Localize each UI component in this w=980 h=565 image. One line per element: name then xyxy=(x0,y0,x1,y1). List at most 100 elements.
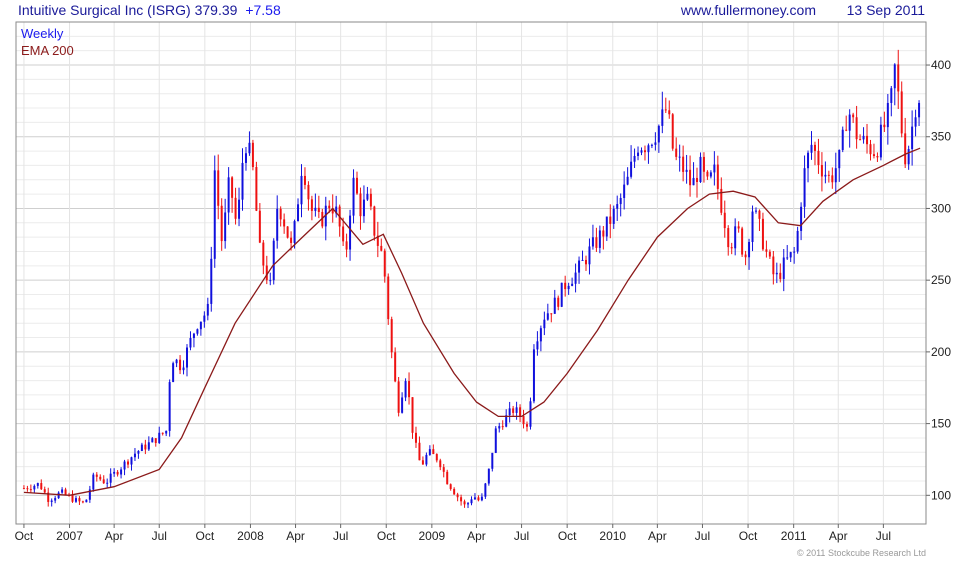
candle-body xyxy=(99,476,102,480)
candle-body xyxy=(675,148,678,157)
candle-body xyxy=(640,150,643,153)
candle-body xyxy=(820,165,823,177)
candle-body xyxy=(852,114,855,118)
candle-body xyxy=(824,174,827,177)
y-tick-label: 400 xyxy=(931,58,951,72)
x-tick-label: Oct xyxy=(377,529,396,543)
candle-body xyxy=(831,175,834,183)
candle-body xyxy=(560,282,563,307)
candle-body xyxy=(536,341,539,350)
candle-body xyxy=(258,210,261,243)
candle-body xyxy=(893,64,896,89)
candle-body xyxy=(442,467,445,472)
candle-body xyxy=(435,454,438,461)
candle-body xyxy=(754,210,757,212)
candle-body xyxy=(220,205,223,242)
candle-body xyxy=(734,226,737,249)
candle-body xyxy=(775,272,778,275)
candle-body xyxy=(796,230,799,252)
x-tick-label: Oct xyxy=(15,529,34,543)
candle-body xyxy=(692,177,695,186)
legend-ema: EMA 200 xyxy=(21,43,74,58)
candle-body xyxy=(626,176,629,185)
candle-body xyxy=(904,133,907,165)
candle-body xyxy=(109,473,112,483)
candle-body xyxy=(578,260,581,273)
candle-body xyxy=(172,363,175,383)
candle-body xyxy=(85,499,88,503)
candle-body xyxy=(557,297,560,307)
candle-body xyxy=(404,381,407,398)
candle-body xyxy=(213,170,216,259)
candle-body xyxy=(272,240,275,281)
candle-body xyxy=(650,144,653,146)
candle-body xyxy=(810,144,813,153)
candle-body xyxy=(26,488,29,490)
candle-body xyxy=(356,177,359,194)
candle-body xyxy=(727,228,730,248)
candle-body xyxy=(446,471,449,485)
candle-body xyxy=(848,114,851,131)
candle-body xyxy=(418,442,421,461)
candle-body xyxy=(918,102,921,118)
candle-body xyxy=(81,501,84,503)
candle-body xyxy=(526,424,529,427)
x-tick-label: Apr xyxy=(648,529,667,543)
candle-body xyxy=(512,408,515,413)
candle-body xyxy=(907,149,910,165)
candle-body xyxy=(182,367,185,371)
x-tick-label: 2011 xyxy=(781,529,807,543)
candle-body xyxy=(543,319,546,329)
candle-body xyxy=(432,449,435,455)
candle-body xyxy=(22,488,25,490)
candle-body xyxy=(279,208,282,220)
candle-body xyxy=(189,338,192,348)
candle-body xyxy=(838,149,841,169)
candle-body xyxy=(428,449,431,455)
candle-body xyxy=(203,315,206,322)
x-tick-label: Jul xyxy=(152,529,167,543)
candle-body xyxy=(401,397,404,413)
candle-body xyxy=(238,199,241,219)
candle-body xyxy=(588,246,591,265)
candle-body xyxy=(227,177,230,213)
candle-body xyxy=(911,126,914,150)
date-label: 13 Sep 2011 xyxy=(847,2,926,18)
candle-body xyxy=(546,313,549,320)
candle-body xyxy=(369,193,372,207)
y-tick-label: 200 xyxy=(931,345,951,359)
candle-body xyxy=(224,212,227,242)
candle-body xyxy=(494,428,497,453)
candle-body xyxy=(702,156,705,172)
candle-body xyxy=(637,152,640,156)
candle-body xyxy=(140,444,143,451)
title-text: Intuitive Surgical Inc (ISRG) 379.39 xyxy=(18,2,238,18)
candle-body xyxy=(196,329,199,334)
candle-body xyxy=(61,489,64,493)
candle-body xyxy=(761,218,764,250)
candle-body xyxy=(71,494,74,502)
candle-body xyxy=(425,454,428,465)
candle-body xyxy=(33,485,36,490)
candle-body xyxy=(307,184,310,200)
candle-body xyxy=(168,382,171,431)
candle-body xyxy=(605,216,608,237)
legend-weekly: Weekly xyxy=(21,26,64,41)
candle-body xyxy=(522,416,525,425)
x-tick-label: 2010 xyxy=(599,529,626,543)
candle-body xyxy=(310,199,313,211)
x-tick-label: 2008 xyxy=(237,529,264,543)
candle-body xyxy=(123,461,126,470)
candle-body xyxy=(786,257,789,259)
candle-body xyxy=(342,226,345,242)
candle-body xyxy=(713,164,716,173)
candle-body xyxy=(251,142,254,168)
candle-body xyxy=(501,426,504,428)
candle-body xyxy=(532,349,535,402)
candle-body xyxy=(619,197,622,205)
candle-body xyxy=(120,469,123,475)
y-tick-label: 250 xyxy=(931,273,951,287)
candle-body xyxy=(414,432,417,443)
candle-body xyxy=(539,328,542,342)
candle-body xyxy=(612,208,615,224)
